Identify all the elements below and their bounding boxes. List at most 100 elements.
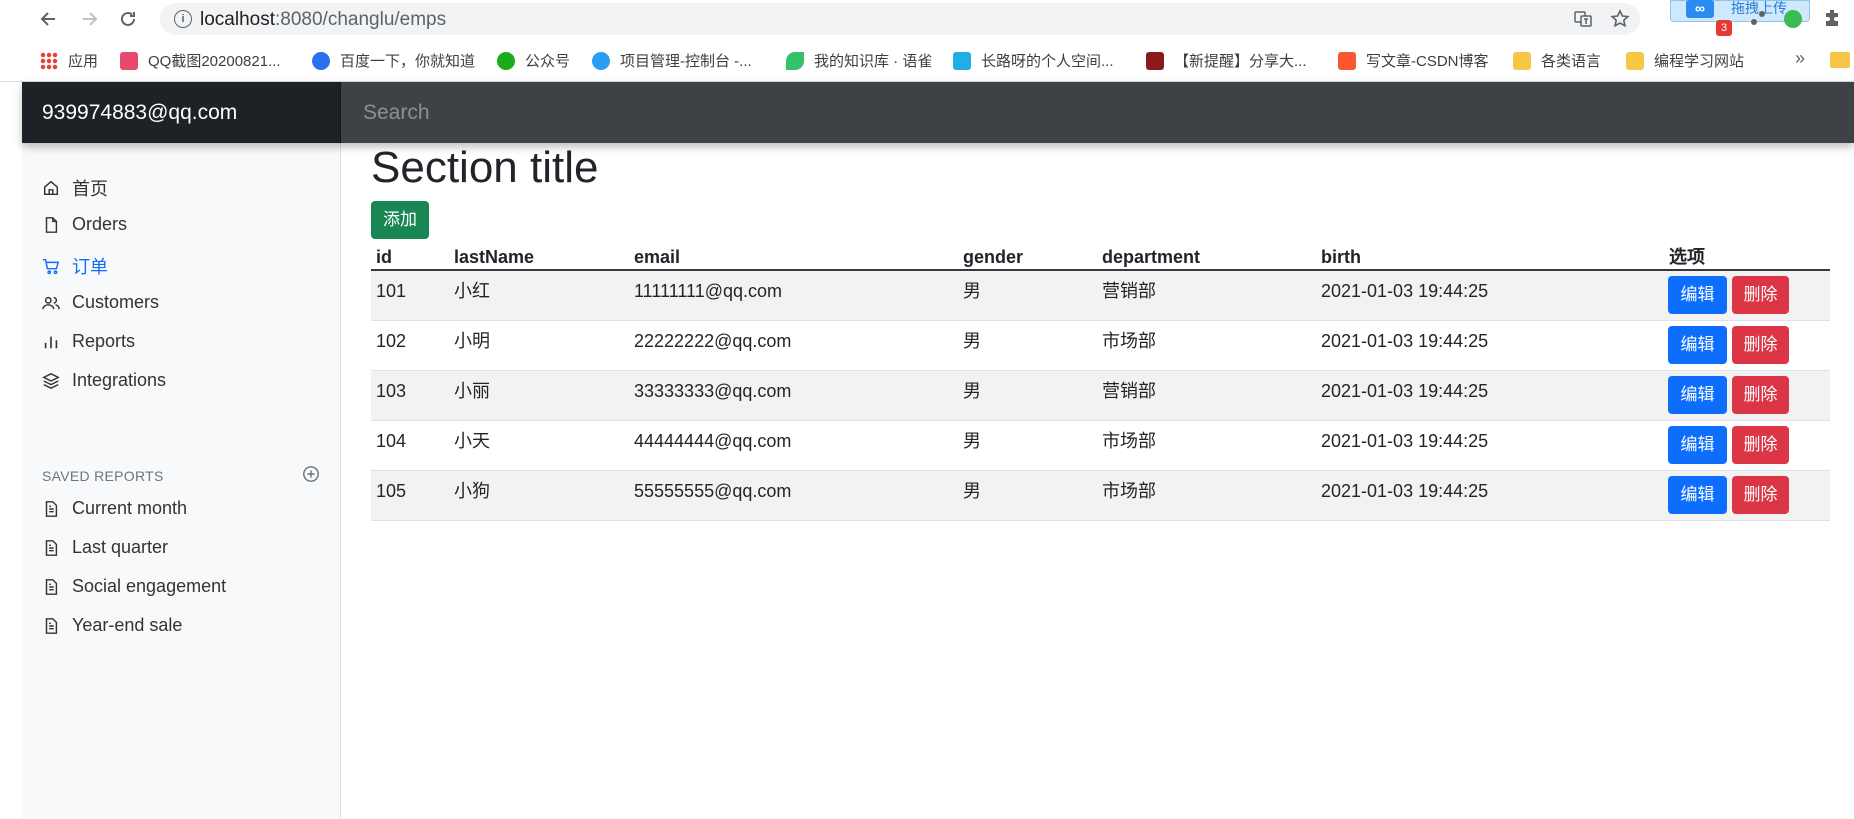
add-button[interactable]: 添加 bbox=[371, 201, 429, 239]
cell-id: 103 bbox=[376, 381, 407, 401]
bookmark-yuque[interactable]: 我的知识库 · 语雀 bbox=[786, 50, 932, 71]
notification-count: 3 bbox=[1716, 20, 1732, 36]
folder-icon[interactable] bbox=[1830, 52, 1850, 68]
sidebar-item-home[interactable]: 首页 bbox=[42, 175, 108, 201]
bookmark-qq[interactable]: QQ截图20200821... bbox=[120, 50, 281, 71]
sidebar-item-customers[interactable]: Customers bbox=[42, 292, 159, 313]
sidebar-item-orders-cn[interactable]: 订单 bbox=[42, 253, 108, 279]
cell-gender: 男 bbox=[963, 381, 981, 401]
home-icon bbox=[43, 180, 59, 196]
saved-report-year-end-sale[interactable]: Year-end sale bbox=[42, 615, 182, 636]
cell-department: 市场部 bbox=[1102, 481, 1156, 501]
cell-email: 44444444@qq.com bbox=[634, 431, 792, 451]
column-header-email: email bbox=[634, 247, 681, 267]
csdn-icon bbox=[1338, 51, 1356, 70]
cell-gender: 男 bbox=[963, 481, 981, 501]
bookmark-project[interactable]: 项目管理-控制台 -... bbox=[592, 50, 752, 71]
cell-email: 11111111@qq.com bbox=[634, 281, 783, 301]
folder-icon bbox=[1513, 51, 1531, 70]
cell-id: 105 bbox=[376, 481, 407, 501]
address-bar[interactable]: i localhost:8080/changlu/emps bbox=[160, 3, 1640, 35]
cell-email: 22222222@qq.com bbox=[634, 331, 792, 351]
cell-email: 55555555@qq.com bbox=[634, 481, 792, 501]
page-right-edge bbox=[1830, 82, 1854, 819]
table-row: 104 小天 44444444@qq.com 男 市场部 2021-01-03 … bbox=[371, 421, 1854, 471]
reload-icon[interactable] bbox=[115, 6, 141, 32]
cell-gender: 男 bbox=[963, 331, 981, 351]
table-row: 105 小狗 55555555@qq.com 男 市场部 2021-01-03 … bbox=[371, 471, 1854, 521]
table-row: 103 小丽 33333333@qq.com 男 营销部 2021-01-03 … bbox=[371, 371, 1854, 421]
delete-button[interactable]: 删除 bbox=[1732, 426, 1789, 464]
layers-icon bbox=[42, 372, 60, 389]
employee-table: id lastName email gender department birt… bbox=[371, 243, 1854, 521]
cell-gender: 男 bbox=[963, 431, 981, 451]
puzzle-icon[interactable] bbox=[1822, 8, 1842, 28]
column-header-lastname: lastName bbox=[454, 247, 535, 267]
saved-report-last-quarter[interactable]: Last quarter bbox=[42, 537, 168, 558]
saved-report-current-month[interactable]: Current month bbox=[42, 498, 187, 519]
url-text[interactable]: localhost:8080/changlu/emps bbox=[200, 9, 446, 31]
sidebar-item-orders[interactable]: Orders bbox=[42, 214, 127, 235]
add-report-icon[interactable] bbox=[302, 465, 320, 483]
sidebar-item-integrations[interactable]: Integrations bbox=[42, 370, 166, 391]
file-icon bbox=[45, 216, 58, 233]
wechat-icon bbox=[497, 51, 515, 70]
cell-department: 市场部 bbox=[1102, 331, 1156, 351]
bookmark-apps[interactable]: 应用 bbox=[40, 50, 98, 71]
cell-lastname: 小丽 bbox=[454, 381, 490, 401]
cell-email: 33333333@qq.com bbox=[634, 381, 792, 401]
page-title: Section title bbox=[371, 143, 599, 192]
bookmark-baidu[interactable]: 百度一下，你就知道 bbox=[312, 50, 475, 71]
brand-email[interactable]: 939974883@qq.com bbox=[22, 82, 341, 143]
cell-department: 营销部 bbox=[1102, 281, 1156, 301]
bookmark-wechat[interactable]: 公众号 bbox=[497, 50, 570, 71]
table-row: 102 小明 22222222@qq.com 男 市场部 2021-01-03 … bbox=[371, 321, 1854, 371]
delete-button[interactable]: 删除 bbox=[1732, 276, 1789, 314]
search-input[interactable]: Search bbox=[341, 82, 1854, 143]
star-icon[interactable] bbox=[1610, 9, 1630, 29]
edit-button[interactable]: 编辑 bbox=[1668, 426, 1727, 464]
cloud-extension-icon[interactable]: ∞ bbox=[1686, 0, 1714, 18]
cell-lastname: 小狗 bbox=[454, 481, 490, 501]
edit-button[interactable]: 编辑 bbox=[1668, 476, 1727, 514]
file-text-icon bbox=[45, 578, 58, 595]
back-icon[interactable] bbox=[36, 6, 62, 32]
bookmark-bilibili[interactable]: 长路呀的个人空间... bbox=[953, 50, 1114, 71]
translate-icon[interactable] bbox=[1573, 9, 1593, 29]
forward-icon[interactable] bbox=[76, 6, 102, 32]
saved-reports-heading: SAVED REPORTS bbox=[42, 468, 164, 484]
edit-button[interactable]: 编辑 bbox=[1668, 376, 1727, 414]
delete-button[interactable]: 删除 bbox=[1732, 326, 1789, 364]
cell-birth: 2021-01-03 19:44:25 bbox=[1321, 281, 1489, 301]
apps-grid-icon bbox=[40, 51, 58, 70]
cell-department: 营销部 bbox=[1102, 381, 1156, 401]
edit-button[interactable]: 编辑 bbox=[1668, 326, 1727, 364]
folder-icon bbox=[1626, 51, 1644, 70]
info-icon[interactable]: i bbox=[174, 10, 192, 28]
bookmark-csdn[interactable]: 写文章-CSDN博客 bbox=[1338, 50, 1489, 71]
bookmark-huc[interactable]: 【新提醒】分享大... bbox=[1146, 50, 1307, 71]
sidebar-item-reports[interactable]: Reports bbox=[42, 331, 135, 352]
bookmark-folder-learning[interactable]: 编程学习网站 bbox=[1626, 50, 1744, 71]
cell-lastname: 小天 bbox=[454, 431, 490, 451]
column-header-id: id bbox=[376, 247, 392, 267]
cell-birth: 2021-01-03 19:44:25 bbox=[1321, 481, 1489, 501]
extension-icon[interactable] bbox=[1748, 8, 1768, 28]
column-header-gender: gender bbox=[963, 247, 1024, 267]
green-extension-icon[interactable] bbox=[1784, 10, 1802, 28]
delete-button[interactable]: 删除 bbox=[1732, 376, 1789, 414]
bookmarks-more-icon[interactable]: » bbox=[1795, 48, 1805, 69]
table-header: id lastName email gender department birt… bbox=[371, 243, 1854, 271]
qq-favicon-icon bbox=[120, 51, 138, 70]
bookmark-folder-languages[interactable]: 各类语言 bbox=[1513, 50, 1601, 71]
column-header-options: 选项 bbox=[1669, 247, 1705, 267]
bar-chart-icon bbox=[44, 336, 58, 348]
delete-button[interactable]: 删除 bbox=[1732, 476, 1789, 514]
table-row: 101 小红 11111111@qq.com 男 营销部 2021-01-03 … bbox=[371, 271, 1854, 321]
navbar: 939974883@qq.com Search bbox=[22, 82, 1854, 143]
saved-report-social-engagement[interactable]: Social engagement bbox=[42, 576, 226, 597]
edit-button[interactable]: 编辑 bbox=[1668, 276, 1727, 314]
cell-id: 102 bbox=[376, 331, 407, 351]
cell-id: 101 bbox=[376, 281, 407, 301]
cell-lastname: 小红 bbox=[454, 281, 490, 301]
